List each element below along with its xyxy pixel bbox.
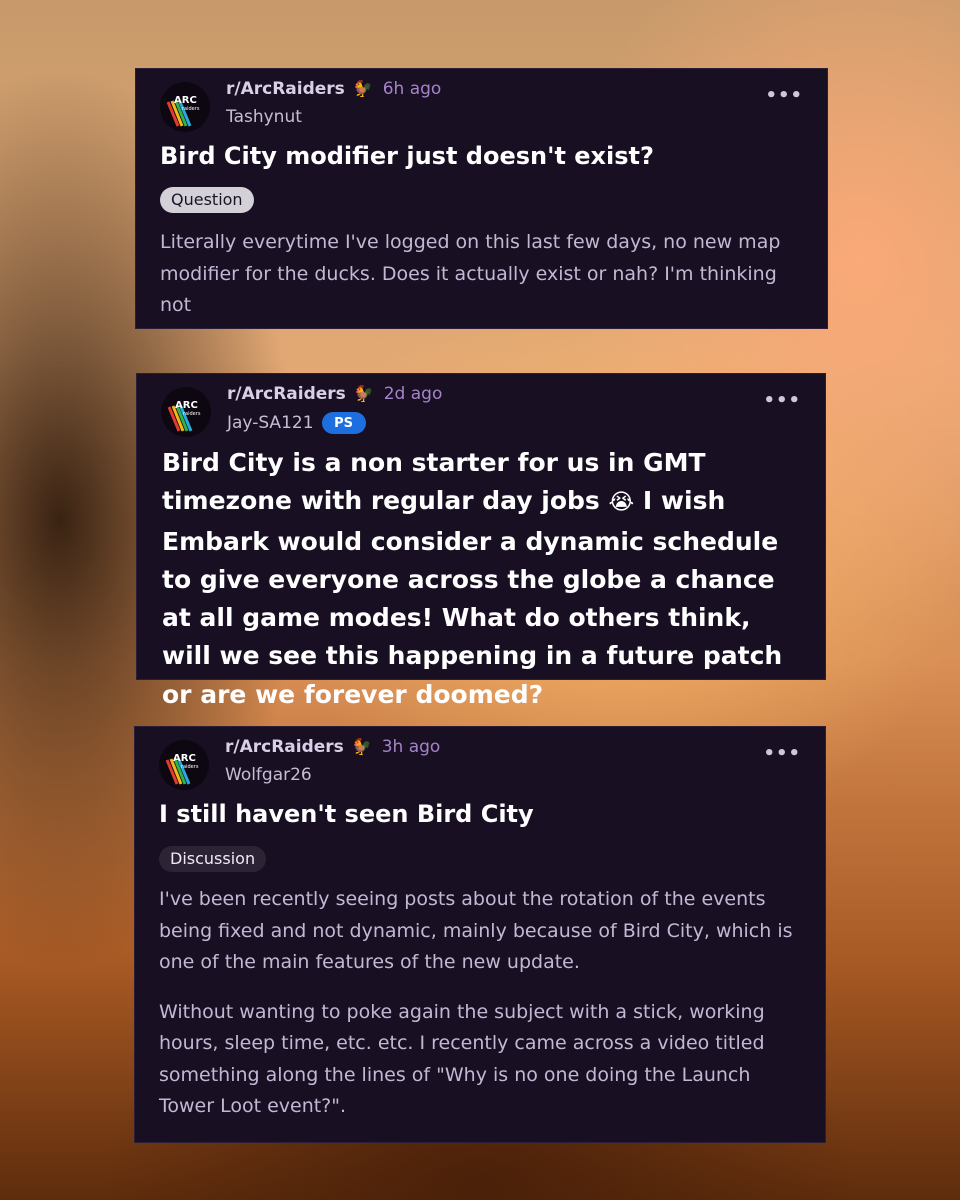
more-options-icon[interactable]: ••• <box>765 87 803 105</box>
playstation-icon: PS <box>321 412 366 434</box>
rooster-icon: 🐓 <box>352 79 373 98</box>
post-flair[interactable]: Discussion <box>159 846 267 872</box>
svg-text:ARC: ARC <box>175 400 198 411</box>
post-body-paragraph: I've been recently seeing posts about th… <box>159 888 793 973</box>
post-body-paragraph: Literally everytime I've logged on this … <box>160 231 781 316</box>
username-text: Wolfgar26 <box>225 765 312 785</box>
subreddit-avatar[interactable]: ARC raiders <box>161 387 211 437</box>
post-title[interactable]: Bird City modifier just doesn't exist? <box>160 142 654 170</box>
svg-text:raiders: raiders <box>181 764 199 770</box>
post-meta: r/ArcRaiders 🐓 2d ago <box>227 384 442 404</box>
post-meta: r/ArcRaiders 🐓 6h ago <box>226 79 441 99</box>
post-title[interactable]: Bird City is a non starter for us in GMT… <box>162 444 805 714</box>
subreddit-avatar[interactable]: ARC raiders <box>159 740 209 790</box>
username-text: Tashynut <box>226 107 302 127</box>
username-text: Jay-SA121 <box>227 413 314 433</box>
post-body-paragraph: Without wanting to poke again the subjec… <box>159 1000 765 1118</box>
subreddit-name[interactable]: r/ArcRaiders <box>225 737 344 757</box>
post-card-3[interactable]: ARC raiders r/ArcRaiders 🐓 3h ago Wolfgar2… <box>134 726 826 1143</box>
subreddit-name[interactable]: r/ArcRaiders <box>227 384 346 404</box>
post-meta: r/ArcRaiders 🐓 3h ago <box>225 737 440 757</box>
post-body: Literally everytime I've logged on this … <box>160 227 803 340</box>
post-flair[interactable]: Question <box>160 187 254 213</box>
time-ago: 6h ago <box>382 79 442 99</box>
username[interactable]: Tashynut <box>226 107 302 127</box>
arc-raiders-logo-icon: ARC raiders <box>165 753 199 785</box>
time-ago: 3h ago <box>381 737 441 757</box>
rooster-icon: 🐓 <box>351 737 372 756</box>
crying-emoji-icon: 😭 <box>608 490 635 516</box>
time-ago: 2d ago <box>383 384 443 404</box>
more-options-icon[interactable]: ••• <box>763 745 801 763</box>
more-options-icon[interactable]: ••• <box>763 392 801 410</box>
post-card-1[interactable]: ARC raiders r/ArcRaiders 🐓 6h ago Tashynut… <box>135 68 828 329</box>
subreddit-avatar[interactable]: ARC raiders <box>160 82 210 132</box>
arc-raiders-logo-icon: ARC raiders <box>167 400 201 432</box>
subreddit-name[interactable]: r/ArcRaiders <box>226 79 345 99</box>
rooster-icon: 🐓 <box>353 384 374 403</box>
svg-text:raiders: raiders <box>183 411 201 417</box>
arc-raiders-logo-icon: ARC raiders <box>166 95 200 127</box>
username[interactable]: Wolfgar26 <box>225 765 312 785</box>
username[interactable]: Jay-SA121 PS <box>227 412 366 434</box>
post-title[interactable]: I still haven't seen Bird City <box>159 800 534 828</box>
svg-text:ARC: ARC <box>174 95 197 106</box>
post-text-part-2: I wish Embark would consider a dynamic s… <box>162 486 783 709</box>
post-card-2[interactable]: ARC raiders r/ArcRaiders 🐓 2d ago Jay-SA12… <box>136 373 826 709</box>
svg-text:raiders: raiders <box>182 106 200 112</box>
svg-text:ARC: ARC <box>173 753 196 764</box>
post-body: I've been recently seeing posts about th… <box>159 884 801 1141</box>
